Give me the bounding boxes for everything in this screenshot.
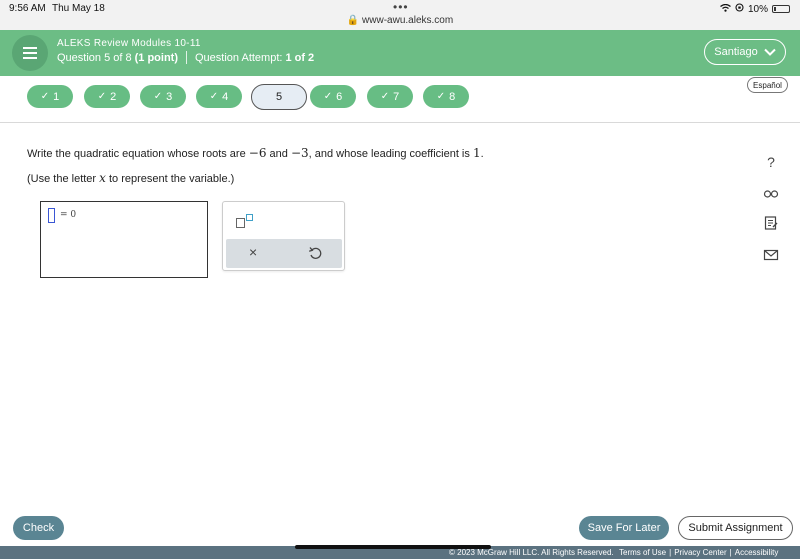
footer-actions: Check Save For Later Submit Assignment: [0, 510, 800, 546]
superscript-button[interactable]: [236, 214, 256, 230]
question-info: Question 5 of 8 (1 point) Question Attem…: [57, 51, 314, 64]
terms-link[interactable]: Terms of Use: [619, 548, 666, 557]
answer-input-slot[interactable]: [48, 208, 55, 223]
status-date: Thu May 18: [52, 3, 105, 14]
url-text: www-awu.aleks.com: [362, 15, 454, 26]
privacy-link[interactable]: Privacy Center: [674, 548, 726, 557]
superscript-exponent-icon: [246, 214, 253, 221]
question-pill-4[interactable]: ✓ 4: [196, 85, 242, 108]
variable-x: x: [99, 171, 106, 185]
undo-icon[interactable]: [308, 246, 322, 260]
language-toggle-button[interactable]: Español: [747, 77, 788, 93]
address-bar[interactable]: 🔒 www-awu.aleks.com: [0, 15, 800, 26]
root-1: −6: [248, 146, 267, 160]
question-label: Question 5 of 8: [57, 51, 132, 64]
chevron-down-icon: [764, 48, 776, 56]
check-button[interactable]: Check: [13, 516, 64, 540]
check-icon: ✓: [323, 91, 333, 102]
status-right: 10%: [720, 3, 790, 15]
math-keypad: ×: [222, 201, 345, 271]
orientation-lock-icon: [735, 3, 744, 15]
attempt-label: Question Attempt:: [195, 51, 283, 64]
footer-links: Terms of Use | Privacy Center | Accessibilit…: [619, 548, 779, 557]
question-pill-2[interactable]: ✓ 2: [84, 85, 130, 108]
question-pill-3[interactable]: ✓ 3: [140, 85, 186, 108]
copyright-text: © 2023 McGraw Hill LLC. All Rights Reser…: [449, 548, 614, 557]
check-icon: ✓: [380, 91, 390, 102]
more-dots-icon[interactable]: •••: [393, 0, 409, 14]
hamburger-menu-icon[interactable]: [12, 35, 48, 71]
assessment-header: ALEKS Review Modules 10-11 Question 5 of…: [0, 30, 800, 76]
check-icon: ✓: [153, 91, 163, 102]
divider: [186, 51, 187, 64]
answer-input-area[interactable]: = 0: [40, 201, 208, 278]
check-icon: ✓: [436, 91, 446, 102]
notes-icon[interactable]: [760, 212, 782, 234]
user-menu-button[interactable]: Santiago: [704, 39, 786, 65]
save-for-later-button[interactable]: Save For Later: [579, 516, 669, 540]
section-divider: [0, 122, 800, 123]
question-navigator: ✓ 1 ✓ 2 ✓ 3 ✓ 4 5 ✓ 6 ✓ 7 ✓ 8: [0, 84, 800, 110]
question-points: (1 point): [134, 51, 178, 64]
mail-icon[interactable]: [760, 244, 782, 266]
check-icon: ✓: [97, 91, 107, 102]
accessibility-link[interactable]: Accessibility: [735, 548, 779, 557]
equation-suffix: = 0: [60, 210, 77, 220]
check-icon: ✓: [209, 91, 219, 102]
ios-status-bar: 9:56 AM Thu May 18 ••• 🔒 www-awu.aleks.c…: [0, 0, 800, 30]
svg-text:?: ?: [767, 154, 775, 170]
keypad-action-bar: ×: [226, 239, 342, 268]
attempt-value: 1 of 2: [285, 51, 315, 64]
question-pill-7[interactable]: ✓ 7: [367, 85, 413, 108]
battery-icon: [772, 5, 790, 13]
leading-coefficient: 1: [472, 146, 481, 160]
wifi-icon: [720, 3, 731, 15]
help-icon[interactable]: ?: [760, 151, 782, 173]
superscript-base-icon: [236, 218, 245, 228]
module-title: ALEKS Review Modules 10-11: [57, 38, 201, 49]
lock-icon: 🔒: [346, 15, 360, 26]
status-time: 9:56 AM: [9, 3, 46, 14]
question-pill-5-current[interactable]: 5: [251, 84, 307, 110]
user-name: Santiago: [714, 46, 758, 58]
question-hint: (Use the letter x to represent the varia…: [27, 171, 235, 185]
question-pill-8[interactable]: ✓ 8: [423, 85, 469, 108]
question-prompt: Write the quadratic equation whose roots…: [27, 146, 484, 160]
clear-button[interactable]: ×: [249, 244, 257, 260]
home-indicator: [295, 545, 491, 549]
submit-assignment-button[interactable]: Submit Assignment: [678, 516, 793, 540]
question-pill-6[interactable]: ✓ 6: [310, 85, 356, 108]
check-icon: ✓: [40, 91, 50, 102]
root-2: −3: [290, 146, 309, 160]
battery-percent: 10%: [747, 3, 768, 15]
question-pill-1[interactable]: ✓ 1: [27, 85, 73, 108]
glasses-icon[interactable]: [760, 182, 782, 204]
